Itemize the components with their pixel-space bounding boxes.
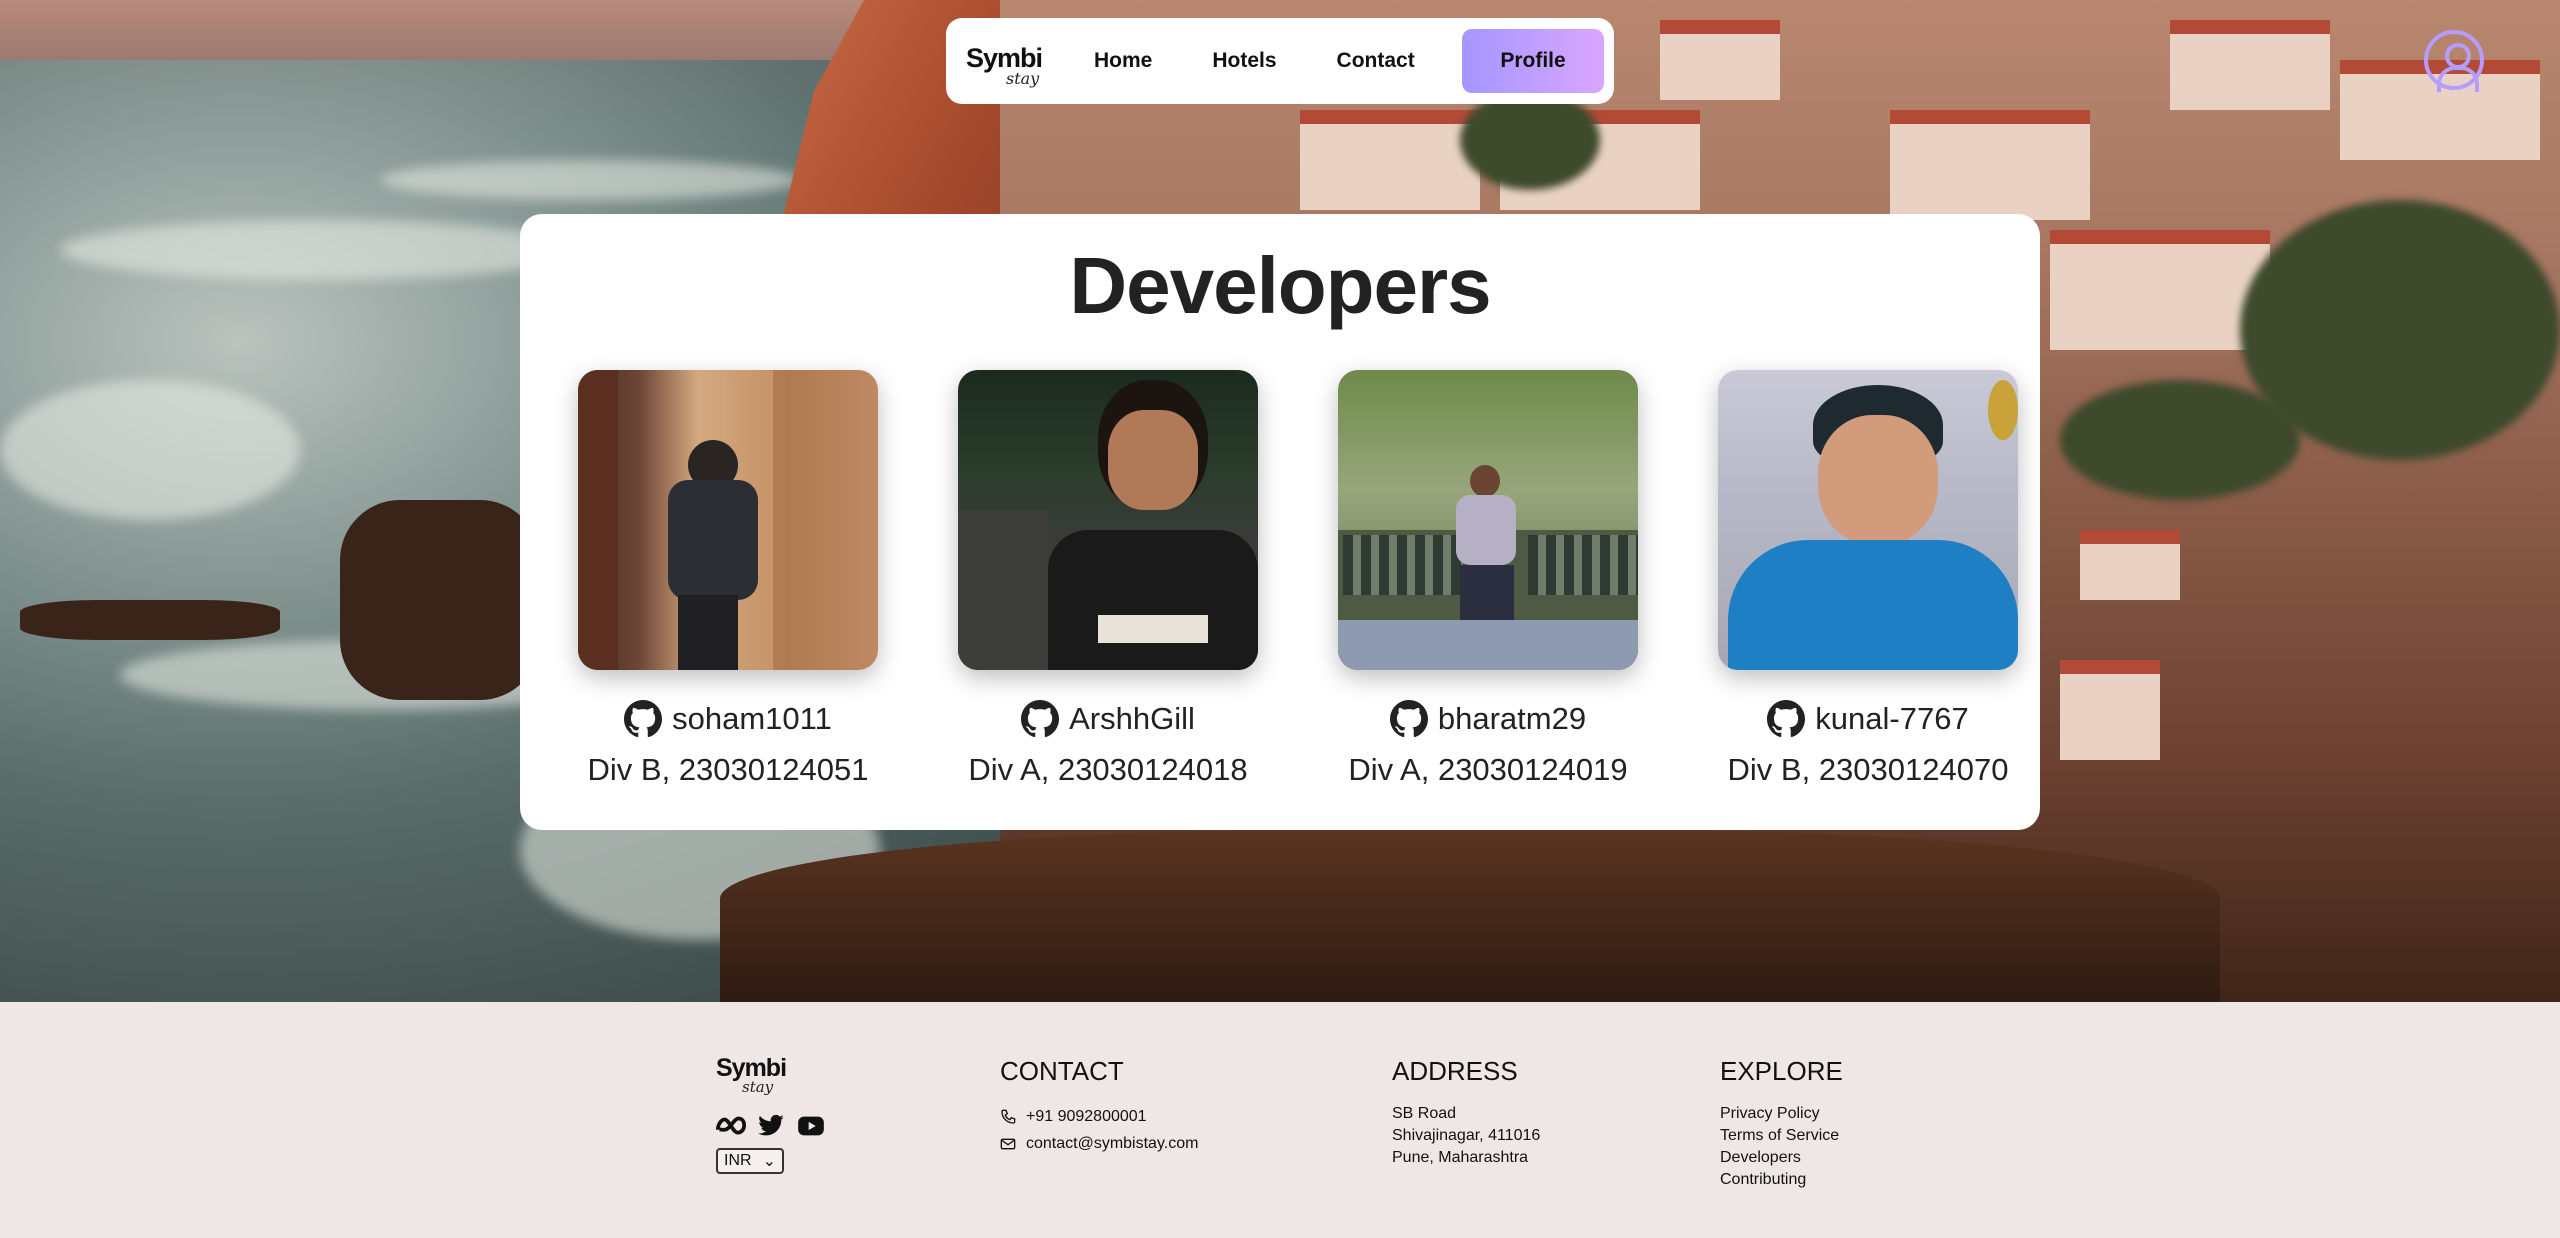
developers-title: Developers [1069, 241, 1491, 330]
contact-heading: CONTACT [1000, 1056, 1124, 1086]
developer-photo [958, 370, 1258, 670]
developer-photo [1338, 370, 1638, 670]
terms-of-service-link[interactable]: Terms of Service [1720, 1125, 1843, 1147]
footer-logo-subtext: stay [742, 1078, 774, 1096]
developers-link[interactable]: Developers [1720, 1147, 1843, 1169]
logo-subtext: stay [1006, 69, 1040, 88]
developer-card: bharatm29 Div A, 23030124019 [1298, 370, 1678, 788]
phone-icon [1001, 1109, 1016, 1124]
mail-icon [1000, 1138, 1016, 1149]
brand-logo[interactable]: Symbi stay [966, 31, 1046, 91]
nav-profile-button[interactable]: Profile [1462, 29, 1604, 93]
github-icon[interactable] [1389, 700, 1428, 738]
currency-value: INR [724, 1152, 752, 1169]
contact-email[interactable]: contact@symbistay.com [1026, 1130, 1198, 1157]
rock-shore [720, 830, 2220, 1002]
developer-info: Div B, 23030124051 [587, 752, 869, 787]
developer-card: ArshhGill Div A, 23030124018 [918, 370, 1298, 788]
address-line: SB Road [1392, 1105, 1457, 1122]
footer-explore-column: EXPLORE Privacy Policy Terms of Service … [1720, 1056, 1843, 1191]
contact-phone[interactable]: +91 9092800001 [1026, 1103, 1147, 1130]
developer-info: Div A, 23030124019 [1348, 752, 1628, 787]
social-links [716, 1112, 826, 1140]
twitter-icon[interactable] [756, 1112, 786, 1140]
contributing-link[interactable]: Contributing [1720, 1169, 1843, 1191]
developers-card: Developers soham1011 Div B, 23030124051 … [520, 214, 2040, 830]
nav-hotels-link[interactable]: Hotels [1182, 29, 1306, 93]
currency-select[interactable]: INR ⌄ [716, 1148, 784, 1174]
github-username[interactable]: bharatm29 [1438, 701, 1586, 737]
developer-photo [578, 370, 878, 670]
github-username[interactable]: soham1011 [672, 701, 832, 737]
address-line: Pune, Maharashtra [1392, 1149, 1529, 1166]
youtube-icon[interactable] [796, 1112, 826, 1140]
privacy-policy-link[interactable]: Privacy Policy [1720, 1103, 1843, 1125]
footer-address-column: ADDRESS SB Road Shivajinagar, 411016 Pun… [1392, 1056, 1540, 1169]
address-line: Shivajinagar, 411016 [1392, 1127, 1541, 1144]
github-username[interactable]: ArshhGill [1069, 701, 1195, 737]
github-icon[interactable] [1767, 700, 1806, 738]
chevron-down-icon: ⌄ [762, 1153, 776, 1170]
user-avatar-icon[interactable] [2424, 30, 2484, 92]
developer-photo [1718, 370, 2018, 670]
developer-card: soham1011 Div B, 23030124051 [538, 370, 918, 788]
footer-logo[interactable]: Symbi stay [716, 1054, 806, 1114]
nav-contact-link[interactable]: Contact [1307, 29, 1445, 93]
site-footer: Symbi stay INR ⌄ CONTACT +91 9092800001 … [0, 1002, 2560, 1238]
developer-info: Div A, 23030124018 [968, 752, 1248, 787]
explore-heading: EXPLORE [1720, 1056, 1843, 1086]
address-heading: ADDRESS [1392, 1056, 1518, 1086]
meta-icon[interactable] [716, 1112, 746, 1140]
top-navbar: Symbi stay Home Hotels Contact Profile [946, 18, 1614, 104]
developer-card: kunal-7767 Div B, 23030124070 [1678, 370, 2058, 788]
github-icon[interactable] [624, 700, 663, 738]
developer-info: Div B, 23030124070 [1727, 752, 2009, 787]
github-username[interactable]: kunal-7767 [1815, 701, 1968, 737]
github-icon[interactable] [1021, 700, 1060, 738]
nav-home-link[interactable]: Home [1064, 29, 1182, 93]
footer-contact-column: CONTACT +91 9092800001 contact@symbistay… [1000, 1056, 1198, 1157]
